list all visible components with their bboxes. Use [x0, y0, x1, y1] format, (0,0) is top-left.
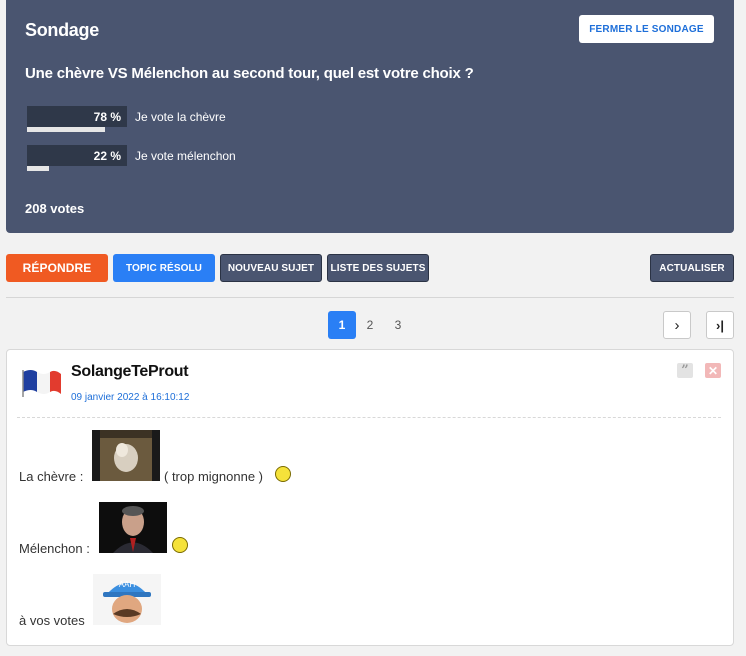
poll-fill: [27, 127, 105, 132]
poll-fill: [27, 166, 49, 171]
poll-option-goat[interactable]: 78 % Je vote la chèvre: [27, 106, 527, 132]
post-author[interactable]: SolangeTeProut: [71, 363, 189, 381]
poll-result-bar: 78 %: [27, 106, 127, 132]
post-divider: [17, 417, 721, 418]
close-poll-button[interactable]: FERMER LE SONDAGE: [579, 15, 714, 43]
new-topic-button[interactable]: NOUVEAU SUJET: [220, 254, 322, 282]
chevron-right-icon: ›: [674, 316, 680, 334]
poll-vote-count: 208 votes: [25, 201, 85, 216]
post-date[interactable]: 09 janvier 2022 à 16:10:12: [71, 392, 189, 403]
poll-percent: 22 %: [93, 149, 121, 163]
poll-title: Sondage: [25, 20, 99, 40]
topic-resolved-button[interactable]: TOPIC RÉSOLU: [113, 254, 215, 282]
poll-option-label: Je vote la chèvre: [135, 110, 226, 124]
poll-percent: 78 %: [93, 110, 121, 124]
goat-image: [92, 430, 160, 481]
forum-post: SolangeTeProut 09 janvier 2022 à 16:10:1…: [6, 349, 734, 646]
close-icon[interactable]: ✕: [705, 363, 721, 378]
post-text: à vos votes: [19, 613, 85, 628]
french-flag-avatar[interactable]: [17, 366, 63, 398]
page-2-button[interactable]: 2: [358, 311, 382, 339]
poll-panel: Sondage FERMER LE SONDAGE Une chèvre VS …: [6, 0, 734, 233]
smiley-icon: [172, 537, 188, 553]
reply-button[interactable]: RÉPONDRE: [6, 254, 108, 282]
post-text: Mélenchon :: [19, 541, 90, 556]
page-1-button[interactable]: 1: [328, 311, 356, 339]
page-3-button[interactable]: 3: [386, 311, 410, 339]
poll-question: Une chèvre VS Mélenchon au second tour, …: [25, 65, 474, 82]
quote-icon[interactable]: ”: [677, 363, 693, 378]
topic-list-button[interactable]: LISTE DES SUJETS: [327, 254, 429, 282]
post-text: ( trop mignonne ): [164, 469, 263, 484]
svg-text:AAH: AAH: [119, 580, 136, 589]
smiley-icon: [275, 466, 291, 482]
divider: [6, 297, 734, 298]
last-page-button[interactable]: ›|: [706, 311, 734, 339]
poll-option-label: Je vote mélenchon: [135, 149, 236, 163]
next-page-button[interactable]: ›: [663, 311, 691, 339]
poll-result-bar: 22 %: [27, 145, 127, 171]
refresh-button[interactable]: ACTUALISER: [650, 254, 734, 282]
risitas-aah-image: AAH: [93, 574, 161, 625]
poll-option-melenchon[interactable]: 22 % Je vote mélenchon: [27, 145, 527, 171]
last-page-icon: ›|: [716, 317, 724, 333]
post-text: La chèvre :: [19, 469, 84, 484]
melenchon-image: [99, 502, 167, 553]
